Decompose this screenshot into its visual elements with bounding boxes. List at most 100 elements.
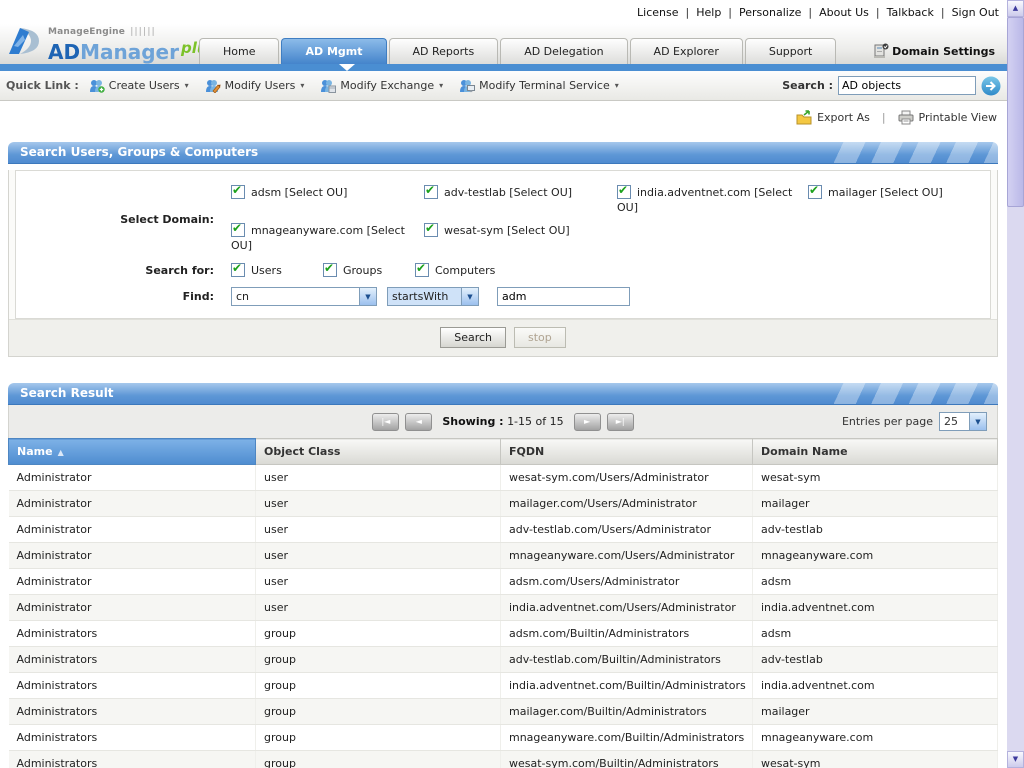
search-panel-header: Search Users, Groups & Computers	[8, 142, 998, 164]
scrollbar-down-icon[interactable]: ▼	[1007, 751, 1024, 768]
domain-settings-label: Domain Settings	[892, 45, 995, 58]
find-value-input[interactable]	[497, 287, 630, 306]
table-row[interactable]: Administratoruseradsm.com/Users/Administ…	[9, 569, 998, 595]
table-row[interactable]: Administratoruserwesat-sym.com/Users/Adm…	[9, 465, 998, 491]
quicklink-item-label: Create Users	[109, 79, 180, 92]
nav-underline-bar	[0, 64, 1007, 71]
tab-ad-reports[interactable]: AD Reports	[389, 38, 499, 64]
cell-fqdn: adsm.com/Users/Administrator	[501, 569, 753, 595]
last-page-button[interactable]: ►|	[607, 413, 634, 431]
cell-fqdn: india.adventnet.com/Users/Administrator	[501, 595, 753, 621]
entries-per-page-select[interactable]: 25 ▼	[939, 412, 987, 431]
cell-domain-name: mnageanyware.com	[753, 725, 998, 751]
sort-ascending-icon: ▲	[58, 448, 64, 457]
table-row[interactable]: Administratorusermailager.com/Users/Admi…	[9, 491, 998, 517]
chevron-down-icon: ▼	[359, 288, 376, 305]
vertical-scrollbar[interactable]: ▲ ▼	[1007, 0, 1024, 768]
cell-domain-name: mailager	[753, 491, 998, 517]
quicklink-modify-terminal-service[interactable]: Modify Terminal Service▾	[459, 79, 619, 93]
find-attribute-select[interactable]: cn ▼	[231, 287, 377, 306]
domain-settings-icon	[873, 43, 889, 59]
cell-name: Administrator	[9, 465, 256, 491]
next-page-button[interactable]: ►	[574, 413, 601, 431]
domain-settings-button[interactable]: Domain Settings	[873, 43, 995, 59]
quicklink-create-users[interactable]: Create Users▾	[89, 79, 189, 93]
column-header-fqdn[interactable]: FQDN	[501, 439, 753, 465]
printable-view-button[interactable]: Printable View	[898, 110, 997, 125]
tab-home[interactable]: Home	[199, 38, 279, 64]
topbar-link-help[interactable]: Help	[696, 6, 721, 19]
column-header-domain-name[interactable]: Domain Name	[753, 439, 998, 465]
topbar-link-personalize[interactable]: Personalize	[739, 6, 801, 19]
table-row[interactable]: Administratorsgroupwesat-sym.com/Builtin…	[9, 751, 998, 768]
cell-domain-name: india.adventnet.com	[753, 673, 998, 699]
domain-checkbox[interactable]	[424, 185, 438, 199]
cell-domain-name: adv-testlab	[753, 517, 998, 543]
object-type-checkbox-groups[interactable]	[323, 263, 337, 277]
find-operator-value: startsWith	[388, 290, 461, 303]
form-button-strip: Search stop	[9, 319, 997, 356]
column-header-object-class[interactable]: Object Class	[256, 439, 501, 465]
quicklink-modify-exchange[interactable]: Modify Exchange▾	[320, 79, 443, 93]
search-input[interactable]	[838, 76, 976, 95]
export-as-button[interactable]: Export As	[796, 110, 870, 125]
domain-label: adsm [Select OU]	[251, 186, 347, 199]
create-users-icon	[89, 79, 105, 93]
topbar-link-talkback[interactable]: Talkback	[887, 6, 934, 19]
domain-checkbox[interactable]	[808, 185, 822, 199]
actions-bar: Export As | Printable View	[0, 101, 1007, 133]
object-type-checkbox-users[interactable]	[231, 263, 245, 277]
domain-option: india.adventnet.com [Select OU]	[617, 185, 808, 215]
cell-object-class: group	[256, 751, 501, 768]
table-row[interactable]: Administratorusermnageanyware.com/Users/…	[9, 543, 998, 569]
topbar-link-sign-out[interactable]: Sign Out	[952, 6, 999, 19]
domain-checkbox[interactable]	[424, 223, 438, 237]
tab-ad-delegation[interactable]: AD Delegation	[500, 38, 627, 64]
scrollbar-thumb[interactable]	[1007, 17, 1024, 207]
quicklink-modify-users[interactable]: Modify Users▾	[205, 79, 305, 93]
find-operator-select[interactable]: startsWith ▼	[387, 287, 479, 306]
domain-label: mailager [Select OU]	[828, 186, 943, 199]
table-row[interactable]: Administratorsgroupadv-testlab.com/Built…	[9, 647, 998, 673]
object-type-checkbox-computers[interactable]	[415, 263, 429, 277]
last-page-icon: ►|	[616, 418, 625, 426]
cell-fqdn: adv-testlab.com/Builtin/Administrators	[501, 647, 753, 673]
cell-name: Administrators	[9, 751, 256, 768]
search-for-label: Search for:	[16, 264, 224, 277]
tab-support[interactable]: Support	[745, 38, 836, 64]
quicklink-item-label: Modify Terminal Service	[479, 79, 610, 92]
table-row[interactable]: Administratorsgroupindia.adventnet.com/B…	[9, 673, 998, 699]
tab-ad-mgmt[interactable]: AD Mgmt	[281, 38, 386, 64]
tab-ad-explorer[interactable]: AD Explorer	[630, 38, 743, 64]
cell-object-class: user	[256, 491, 501, 517]
showing-status: Showing : 1-15 of 15	[442, 415, 563, 428]
table-row[interactable]: Administratoruserindia.adventnet.com/Use…	[9, 595, 998, 621]
cell-domain-name: adv-testlab	[753, 647, 998, 673]
table-row[interactable]: Administratorsgroupmnageanyware.com/Buil…	[9, 725, 998, 751]
domain-label: mnageanyware.com [Select OU]	[231, 224, 405, 252]
cell-fqdn: wesat-sym.com/Users/Administrator	[501, 465, 753, 491]
select-domain-label: Select Domain:	[16, 213, 224, 226]
table-row[interactable]: Administratorsgroupmailager.com/Builtin/…	[9, 699, 998, 725]
domain-checkbox[interactable]	[617, 185, 631, 199]
previous-page-button[interactable]: ◄	[405, 413, 432, 431]
search-label: Search :	[782, 79, 833, 92]
column-header-name[interactable]: Name▲	[9, 439, 256, 465]
scrollbar-up-icon[interactable]: ▲	[1007, 0, 1024, 17]
stop-button[interactable]: stop	[514, 327, 566, 348]
domain-checkbox[interactable]	[231, 223, 245, 237]
table-row[interactable]: Administratorsgroupadsm.com/Builtin/Admi…	[9, 621, 998, 647]
topbar-link-license[interactable]: License	[637, 6, 678, 19]
topbar-link-about-us[interactable]: About Us	[819, 6, 869, 19]
cell-name: Administrators	[9, 647, 256, 673]
export-icon	[796, 110, 812, 125]
search-go-button[interactable]	[981, 76, 1001, 96]
domain-checkbox[interactable]	[231, 185, 245, 199]
search-button[interactable]: Search	[440, 327, 506, 348]
quicklink-items: Create Users▾ Modify Users▾ Modify Exchang…	[89, 79, 619, 93]
first-page-icon: |◄	[381, 418, 390, 426]
admanager-logo: ManageEngine|||||| ADManagerplus	[8, 26, 216, 62]
table-row[interactable]: Administratoruseradv-testlab.com/Users/A…	[9, 517, 998, 543]
first-page-button[interactable]: |◄	[372, 413, 399, 431]
result-panel-header: Search Result	[8, 383, 998, 405]
